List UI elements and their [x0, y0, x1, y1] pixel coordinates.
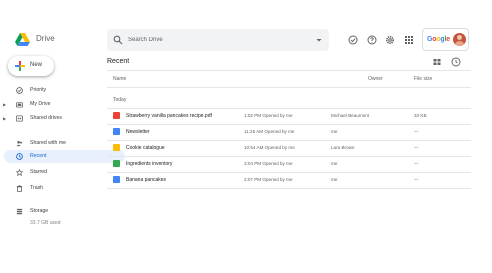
sidebar-item-shared-with-me[interactable]: Shared with me	[0, 137, 96, 150]
file-size: —	[414, 129, 419, 134]
sheet-file-icon	[113, 160, 120, 167]
sidebar-item-label: Trash	[30, 185, 44, 191]
sidebar-item-trash[interactable]: Trash	[0, 182, 96, 195]
slides-file-icon	[113, 144, 120, 151]
sidebar-item-label: Priority	[30, 87, 47, 93]
shared-with-me-icon	[16, 140, 23, 147]
file-owner: Lara Brown	[331, 145, 355, 150]
table-row[interactable]: Banana pancakes 2:07 PM Opened by me me —	[107, 173, 471, 187]
trash-icon	[16, 185, 23, 192]
column-header-name[interactable]: Name	[113, 76, 126, 82]
priority-icon	[16, 87, 23, 94]
group-label-today: Today	[113, 97, 127, 103]
file-name[interactable]: Strawberry vanilla pancakes recipe.pdf	[126, 113, 212, 119]
table-row[interactable]: Strawberry vanilla pancakes recipe.pdf 1:…	[107, 109, 471, 123]
file-size: —	[414, 161, 419, 166]
sidebar-item-starred[interactable]: Starred	[0, 166, 96, 179]
doc-file-icon	[113, 176, 120, 183]
file-name[interactable]: Ingredients inventory	[126, 161, 172, 167]
recent-icon	[16, 153, 23, 160]
file-last-opened: 11:26 AM Opened by me	[244, 129, 295, 134]
sidebar-item-label: Recent	[30, 153, 47, 159]
table-row[interactable]: Newsletter 11:26 AM Opened by me me —	[107, 125, 471, 139]
row-divider	[107, 188, 471, 189]
file-owner: Michael Beaumont	[331, 113, 370, 118]
expand-arrow-icon[interactable]: ▶	[3, 102, 6, 107]
file-owner: me	[331, 177, 338, 182]
file-name[interactable]: Banana pancakes	[126, 177, 166, 183]
column-header-size[interactable]: File size	[414, 76, 432, 82]
info-icon[interactable]	[451, 57, 461, 67]
plus-icon	[15, 61, 25, 71]
storage-icon	[16, 208, 23, 215]
sidebar-item-label: Starred	[30, 169, 48, 175]
file-last-opened: 2:07 PM Opened by me	[244, 177, 293, 182]
storage-used-text: 33.7 GB used	[30, 220, 61, 226]
file-last-opened: 1:02 PM Opened by me	[244, 113, 293, 118]
avatar[interactable]	[453, 33, 466, 46]
file-owner: me	[331, 129, 338, 134]
column-divider	[107, 87, 471, 88]
drive-logo-icon[interactable]	[15, 33, 30, 46]
file-name[interactable]: Newsletter	[126, 129, 150, 135]
sidebar-item-priority[interactable]: Priority	[0, 84, 96, 97]
offline-status-icon[interactable]	[348, 35, 358, 45]
account-switcher[interactable]: Google	[422, 28, 469, 51]
pdf-file-icon	[113, 112, 120, 119]
file-owner: me	[331, 161, 338, 166]
app-name[interactable]: Drive	[36, 34, 55, 43]
list-view-icon[interactable]	[432, 57, 442, 67]
header-divider	[107, 70, 471, 71]
search-options-icon[interactable]	[315, 36, 323, 44]
table-row[interactable]: Ingredients inventory 3:04 PM Opened by m…	[107, 157, 471, 171]
top-bar: Drive Google	[0, 22, 492, 56]
search-icon[interactable]	[113, 35, 123, 45]
table-row[interactable]: Cookie catalogue 10:54 AM Opened by me Lar…	[107, 141, 471, 155]
file-size: —	[414, 145, 419, 150]
apps-grid-icon[interactable]	[404, 35, 414, 45]
file-name[interactable]: Cookie catalogue	[126, 145, 165, 151]
sidebar-item-label: Shared with me	[30, 140, 67, 146]
google-logo: Google	[427, 36, 450, 43]
column-header-owner[interactable]: Owner	[368, 76, 383, 82]
shared-drives-icon	[16, 115, 23, 122]
file-last-opened: 10:54 AM Opened by me	[244, 145, 295, 150]
doc-file-icon	[113, 128, 120, 135]
file-last-opened: 3:04 PM Opened by me	[244, 161, 293, 166]
page-title: Recent	[107, 58, 130, 65]
sidebar-item-label: Storage	[30, 208, 49, 214]
sidebar-item-label: My Drive	[30, 101, 51, 107]
new-button[interactable]: New	[8, 56, 54, 76]
my-drive-icon	[16, 102, 23, 108]
search-bar[interactable]	[107, 29, 329, 51]
file-size: —	[414, 177, 419, 182]
settings-icon[interactable]	[385, 35, 395, 45]
expand-arrow-icon[interactable]: ▶	[3, 116, 6, 121]
sidebar-item-my-drive[interactable]: ▶ My Drive	[0, 98, 96, 111]
new-button-label: New	[30, 62, 43, 68]
star-icon	[16, 169, 23, 176]
search-input[interactable]	[128, 29, 308, 51]
help-icon[interactable]	[367, 35, 377, 45]
sidebar-item-label: Shared drives	[30, 115, 63, 121]
sidebar-item-storage[interactable]: Storage	[0, 205, 96, 218]
sidebar-item-shared-drives[interactable]: ▶ Shared drives	[0, 112, 96, 125]
file-size: 33 KB	[414, 113, 427, 118]
